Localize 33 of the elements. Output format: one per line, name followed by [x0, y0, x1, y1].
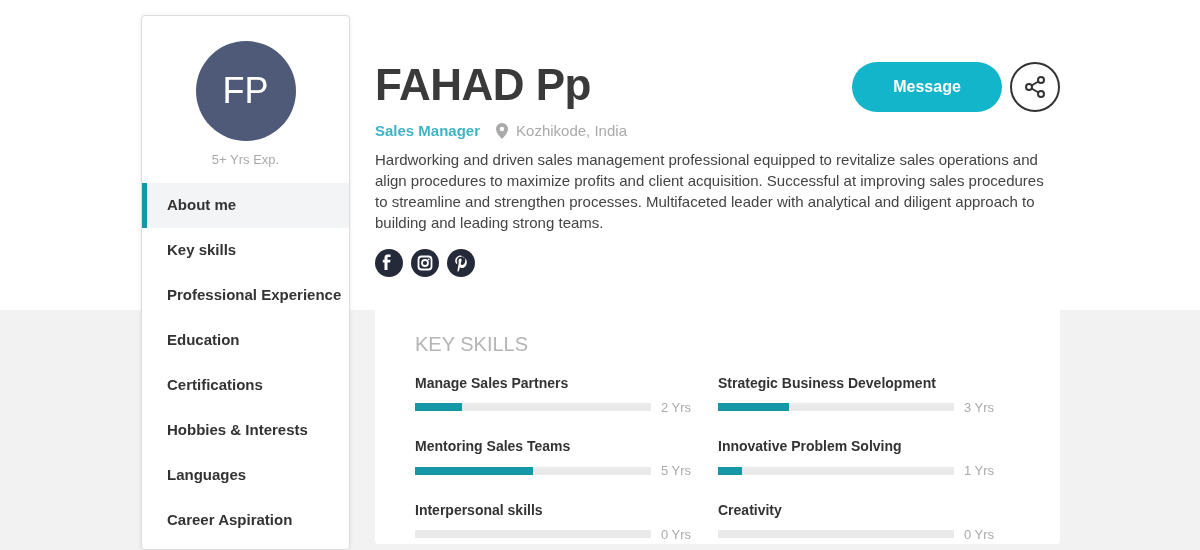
skill-years: 0 Yrs	[659, 525, 691, 544]
skill-name: Interpersonal skills	[415, 501, 543, 518]
sidebar-item[interactable]: Certifications	[142, 362, 349, 408]
sidebar-item[interactable]: Languages	[142, 452, 349, 498]
sidebar-item[interactable]: Key skills	[142, 227, 349, 273]
skill-name: Manage Sales Partners	[415, 374, 569, 391]
profile-name: FAHAD Pp	[375, 63, 591, 107]
share-button[interactable]	[1010, 62, 1060, 112]
sidebar-item[interactable]: About me	[142, 182, 349, 228]
skill-years: 1 Yrs	[962, 462, 994, 480]
skill-years: 5 Yrs	[659, 462, 691, 480]
skill-name: Strategic Business Development	[718, 374, 936, 391]
avatar: FP	[195, 41, 296, 141]
section-title: KEY SKILLS	[415, 332, 529, 355]
share-icon	[1023, 75, 1047, 99]
sidebar-item[interactable]: Hobbies & Interests	[142, 407, 349, 453]
sidebar-item[interactable]: Professional Experience	[142, 272, 349, 318]
skill-name: Creativity	[718, 501, 782, 518]
instagram-icon[interactable]	[411, 248, 439, 277]
pinterest-icon[interactable]	[447, 248, 475, 277]
location-text: Kozhikode, India	[516, 121, 627, 141]
skill-years: 3 Yrs	[962, 398, 994, 417]
job-title: Sales Manager	[375, 121, 481, 141]
facebook-icon[interactable]	[375, 248, 403, 277]
sidebar-item[interactable]: Career Aspiration	[142, 497, 349, 543]
location-pin-icon	[496, 123, 509, 140]
skill-name: Innovative Problem Solving	[718, 438, 902, 454]
sidebar-item[interactable]: Education	[142, 317, 349, 363]
experience-text: 5+ Yrs Exp.	[211, 152, 280, 167]
summary-paragraph: Hardworking and driven sales management professional equipped to revitalize sales operations and align procedures to maximize profits and client acquisition. Successful at improving sales procedures to streamline and strengthen processes. Multifaceted leader with analytical and diligent approach to building and leading strong teams.	[375, 149, 1045, 233]
skill-years: 2 Yrs	[659, 398, 691, 417]
skill-name: Mentoring Sales Teams	[415, 438, 571, 454]
skill-years: 0 Yrs	[962, 525, 994, 544]
